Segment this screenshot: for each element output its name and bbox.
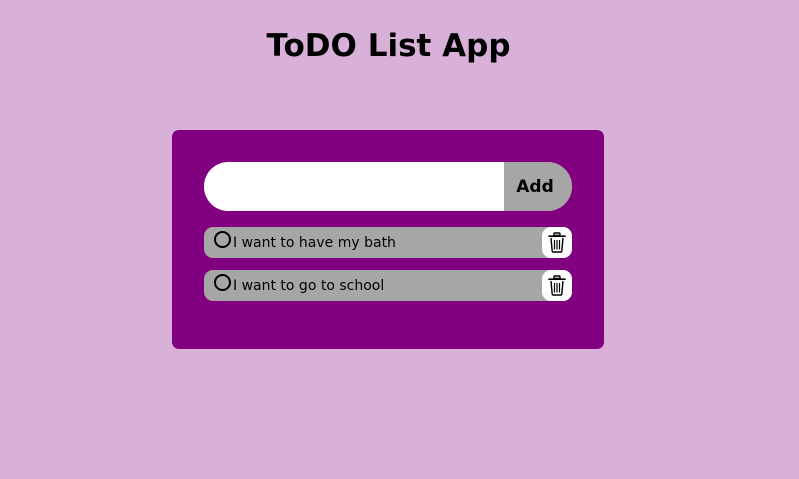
todo-panel: Add I want to have my bath I want to go … — [172, 130, 604, 349]
todo-text: I want to go to school — [233, 278, 385, 294]
trash-icon — [548, 275, 566, 296]
todo-input[interactable] — [204, 162, 504, 211]
delete-button[interactable] — [542, 270, 572, 301]
add-button[interactable]: Add — [504, 162, 572, 211]
add-todo-form: Add — [204, 162, 572, 211]
delete-button[interactable] — [542, 227, 572, 258]
trash-icon — [548, 232, 566, 253]
todo-item: I want to go to school — [204, 270, 572, 301]
todo-item: I want to have my bath — [204, 227, 572, 258]
circle-icon[interactable] — [214, 231, 231, 248]
todo-text: I want to have my bath — [233, 235, 396, 251]
circle-icon[interactable] — [214, 274, 231, 291]
page-title: ToDO List App — [266, 28, 511, 64]
